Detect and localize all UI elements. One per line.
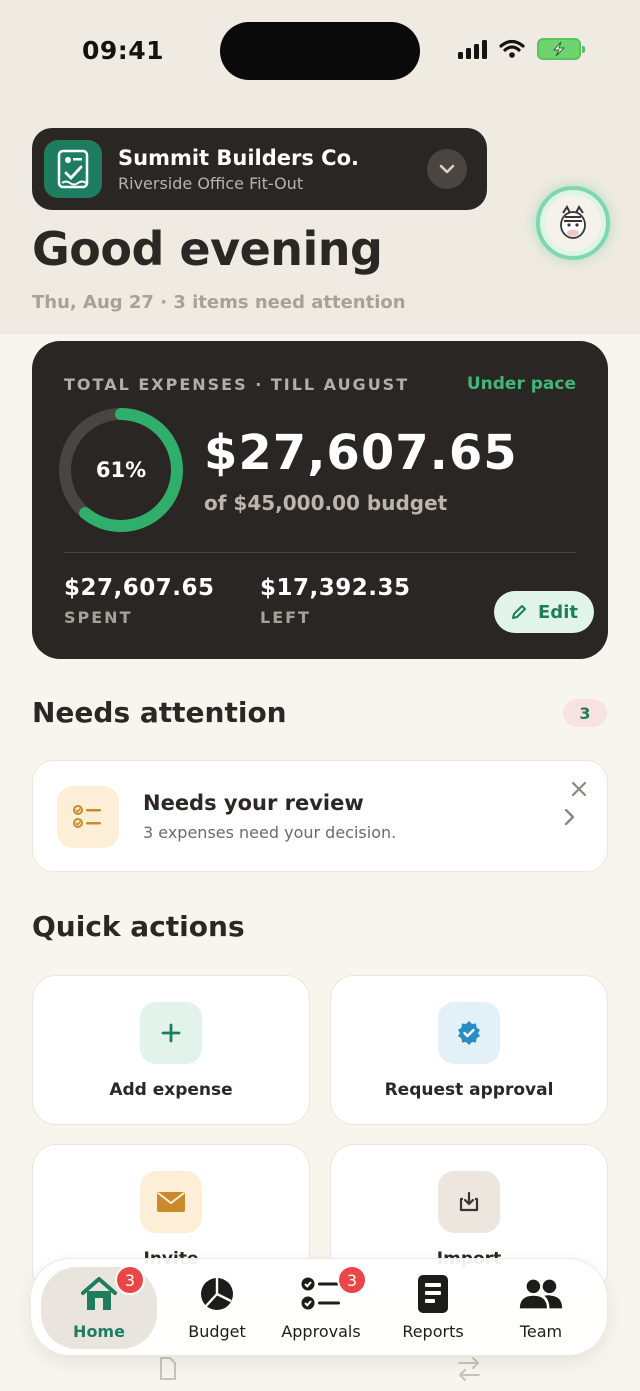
add-expense-label: Add expense (109, 1080, 233, 1100)
swap-icon (458, 1357, 480, 1381)
avatar[interactable] (536, 186, 610, 260)
signal-icon (458, 39, 487, 59)
tab-approvals-label: Approvals (281, 1322, 361, 1341)
tab-budget[interactable]: Budget (167, 1267, 267, 1349)
pie-chart-icon (195, 1272, 239, 1316)
needs-attention-title: Needs attention (32, 696, 287, 729)
chevron-right-icon[interactable] (563, 807, 577, 827)
spent-label: SPENT (64, 608, 133, 627)
left-value: $17,392.35 (260, 575, 411, 601)
envelope-icon (140, 1171, 202, 1233)
plus-icon (140, 1002, 202, 1064)
attention-count-badge: 3 (563, 699, 607, 727)
document-icon (160, 1357, 176, 1380)
expenses-label: TOTAL EXPENSES · TILL AUGUST (64, 375, 410, 394)
left-label: LEFT (260, 608, 311, 627)
tab-reports[interactable]: Reports (383, 1267, 483, 1349)
tab-reports-label: Reports (402, 1322, 464, 1341)
pace-status: Under pace (466, 374, 576, 394)
dynamic-island (220, 22, 420, 80)
tab-home-label: Home (73, 1322, 125, 1341)
reports-icon (411, 1272, 455, 1316)
needs-review-card[interactable]: Needs your review 3 expenses need your d… (32, 760, 608, 872)
project-logo-icon (44, 140, 102, 198)
pencil-icon (512, 605, 527, 619)
status-time: 09:41 (82, 36, 165, 65)
tab-approvals[interactable]: Approvals 3 (271, 1265, 371, 1349)
review-title: Needs your review (143, 791, 364, 815)
greeting-title: Good evening (32, 222, 383, 276)
request-approval-button[interactable]: Request approval (330, 975, 608, 1125)
battery-icon (537, 38, 585, 60)
project-switcher[interactable]: Summit Builders Co. Riverside Office Fit… (32, 128, 487, 210)
tab-team-label: Team (519, 1322, 563, 1341)
project-subtitle: Riverside Office Fit-Out (118, 173, 304, 193)
request-approval-label: Request approval (384, 1080, 554, 1100)
add-expense-button[interactable]: Add expense (32, 975, 310, 1125)
status-icons (458, 38, 585, 60)
import-icon (438, 1171, 500, 1233)
edit-budget-button[interactable]: Edit (494, 591, 594, 633)
checklist-icon (57, 786, 119, 848)
tab-budget-label: Budget (188, 1322, 246, 1341)
tab-team[interactable]: Team (491, 1267, 591, 1349)
spent-value: $27,607.65 (64, 575, 215, 601)
zebra-avatar-icon (545, 195, 601, 251)
budget-percent: 61% (95, 458, 147, 482)
quick-actions-title: Quick actions (32, 910, 245, 943)
project-name: Summit Builders Co. (118, 145, 359, 170)
verified-badge-icon (438, 1002, 500, 1064)
edit-label: Edit (538, 601, 578, 623)
approvals-badge: 3 (337, 1265, 367, 1295)
review-description: 3 expenses need your decision. (143, 823, 397, 842)
total-expenses: $27,607.65 (204, 425, 518, 481)
divider (64, 552, 576, 553)
close-icon[interactable] (569, 779, 589, 799)
team-icon (519, 1272, 563, 1316)
date-summary: Thu, Aug 27 · 3 items need attention (32, 292, 406, 313)
wifi-icon (499, 39, 525, 58)
home-badge: 3 (115, 1265, 145, 1295)
budget-text: of $45,000.00 budget (204, 491, 448, 515)
tab-home[interactable]: Home 3 (41, 1265, 157, 1349)
tab-bar: Home 3 Budget Approvals 3 Reports Team (30, 1258, 608, 1356)
chevron-down-icon[interactable] (427, 149, 467, 189)
expenses-card: TOTAL EXPENSES · TILL AUGUST Under pace … (32, 341, 608, 659)
